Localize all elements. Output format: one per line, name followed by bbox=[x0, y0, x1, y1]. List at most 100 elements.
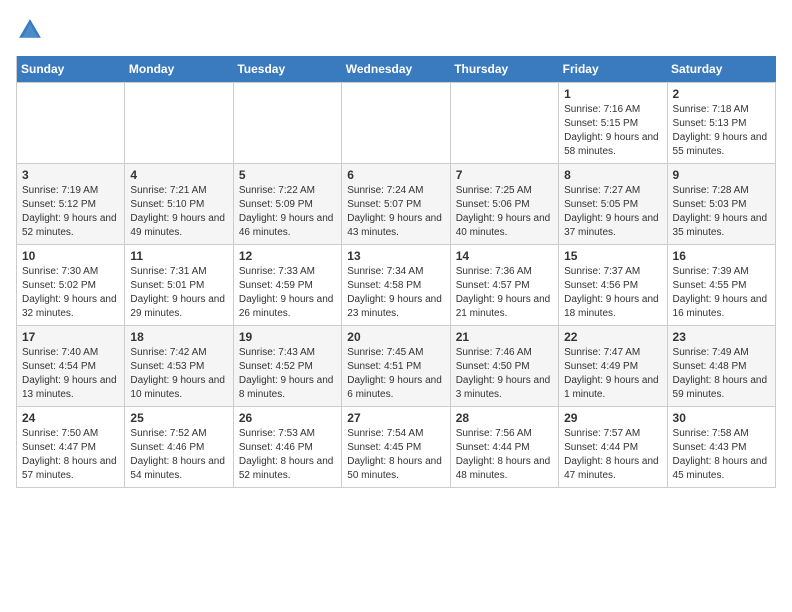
day-number: 25 bbox=[130, 411, 227, 425]
weekday-header-monday: Monday bbox=[125, 56, 233, 83]
calendar-cell: 4Sunrise: 7:21 AM Sunset: 5:10 PM Daylig… bbox=[125, 164, 233, 245]
day-info: Sunrise: 7:27 AM Sunset: 5:05 PM Dayligh… bbox=[564, 184, 661, 240]
day-info: Sunrise: 7:36 AM Sunset: 4:57 PM Dayligh… bbox=[456, 265, 553, 321]
calendar-cell bbox=[233, 83, 341, 164]
calendar-cell: 19 Sunrise: 7:43 AM Sunset: 4:52 PM Dayli… bbox=[233, 326, 341, 407]
calendar-cell: 24 Sunrise: 7:50 AM Sunset: 4:47 PM Dayli… bbox=[17, 407, 125, 488]
day-info: Sunrise: 7:52 AM Sunset: 4:46 PM Dayligh… bbox=[130, 427, 227, 483]
day-info: Sunrise: 7:39 AM Sunset: 4:55 PM Dayligh… bbox=[673, 265, 770, 321]
calendar-cell: 18 Sunrise: 7:42 AM Sunset: 4:53 PM Dayli… bbox=[125, 326, 233, 407]
day-info: Sunrise: 7:24 AM Sunset: 5:07 PM Dayligh… bbox=[347, 184, 444, 240]
day-number: 19 bbox=[239, 330, 336, 344]
day-number: 12 bbox=[239, 249, 336, 263]
calendar-week-2: 10Sunrise: 7:30 AM Sunset: 5:02 PM Dayli… bbox=[17, 245, 776, 326]
day-info: Sunrise: 7:50 AM Sunset: 4:47 PM Dayligh… bbox=[22, 427, 119, 483]
calendar-cell: 30 Sunrise: 7:58 AM Sunset: 4:43 PM Dayli… bbox=[667, 407, 775, 488]
calendar-table: SundayMondayTuesdayWednesdayThursdayFrid… bbox=[16, 56, 776, 488]
day-info: Sunrise: 7:43 AM Sunset: 4:52 PM Dayligh… bbox=[239, 346, 336, 402]
calendar-week-1: 3 Sunrise: 7:19 AM Sunset: 5:12 PM Daylig… bbox=[17, 164, 776, 245]
day-number: 9 bbox=[673, 168, 770, 182]
day-number: 5 bbox=[239, 168, 336, 182]
day-number: 28 bbox=[456, 411, 553, 425]
day-info: Sunrise: 7:18 AM Sunset: 5:13 PM Dayligh… bbox=[673, 103, 770, 159]
calendar-cell: 2 Sunrise: 7:18 AM Sunset: 5:13 PM Daylig… bbox=[667, 83, 775, 164]
calendar-cell bbox=[342, 83, 450, 164]
weekday-header-thursday: Thursday bbox=[450, 56, 558, 83]
calendar-cell: 15 Sunrise: 7:37 AM Sunset: 4:56 PM Dayli… bbox=[559, 245, 667, 326]
calendar-cell: 20Sunrise: 7:45 AM Sunset: 4:51 PM Dayli… bbox=[342, 326, 450, 407]
day-info: Sunrise: 7:16 AM Sunset: 5:15 PM Dayligh… bbox=[564, 103, 661, 159]
calendar-cell: 1 Sunrise: 7:16 AM Sunset: 5:15 PM Daylig… bbox=[559, 83, 667, 164]
day-number: 8 bbox=[564, 168, 661, 182]
day-number: 13 bbox=[347, 249, 444, 263]
calendar-cell: 3 Sunrise: 7:19 AM Sunset: 5:12 PM Daylig… bbox=[17, 164, 125, 245]
day-number: 21 bbox=[456, 330, 553, 344]
calendar-cell: 29Sunrise: 7:57 AM Sunset: 4:44 PM Dayli… bbox=[559, 407, 667, 488]
calendar-cell: 8 Sunrise: 7:27 AM Sunset: 5:05 PM Daylig… bbox=[559, 164, 667, 245]
day-number: 18 bbox=[130, 330, 227, 344]
calendar-cell: 22 Sunrise: 7:47 AM Sunset: 4:49 PM Dayli… bbox=[559, 326, 667, 407]
day-number: 16 bbox=[673, 249, 770, 263]
calendar-cell: 11 Sunrise: 7:31 AM Sunset: 5:01 PM Dayli… bbox=[125, 245, 233, 326]
day-number: 22 bbox=[564, 330, 661, 344]
day-info: Sunrise: 7:34 AM Sunset: 4:58 PM Dayligh… bbox=[347, 265, 444, 321]
calendar-cell: 6 Sunrise: 7:24 AM Sunset: 5:07 PM Daylig… bbox=[342, 164, 450, 245]
page-header bbox=[16, 16, 776, 44]
day-number: 14 bbox=[456, 249, 553, 263]
day-number: 11 bbox=[130, 249, 227, 263]
logo bbox=[16, 16, 48, 44]
day-number: 4 bbox=[130, 168, 227, 182]
header-row: SundayMondayTuesdayWednesdayThursdayFrid… bbox=[17, 56, 776, 83]
day-info: Sunrise: 7:54 AM Sunset: 4:45 PM Dayligh… bbox=[347, 427, 444, 483]
calendar-cell: 28 Sunrise: 7:56 AM Sunset: 4:44 PM Dayli… bbox=[450, 407, 558, 488]
day-number: 15 bbox=[564, 249, 661, 263]
day-info: Sunrise: 7:46 AM Sunset: 4:50 PM Dayligh… bbox=[456, 346, 553, 402]
day-number: 24 bbox=[22, 411, 119, 425]
calendar-cell: 10Sunrise: 7:30 AM Sunset: 5:02 PM Dayli… bbox=[17, 245, 125, 326]
day-number: 2 bbox=[673, 87, 770, 101]
calendar-cell: 23 Sunrise: 7:49 AM Sunset: 4:48 PM Dayli… bbox=[667, 326, 775, 407]
calendar-week-3: 17Sunrise: 7:40 AM Sunset: 4:54 PM Dayli… bbox=[17, 326, 776, 407]
day-number: 17 bbox=[22, 330, 119, 344]
day-info: Sunrise: 7:22 AM Sunset: 5:09 PM Dayligh… bbox=[239, 184, 336, 240]
calendar-cell: 25 Sunrise: 7:52 AM Sunset: 4:46 PM Dayli… bbox=[125, 407, 233, 488]
weekday-header-sunday: Sunday bbox=[17, 56, 125, 83]
day-info: Sunrise: 7:37 AM Sunset: 4:56 PM Dayligh… bbox=[564, 265, 661, 321]
calendar-cell: 13 Sunrise: 7:34 AM Sunset: 4:58 PM Dayli… bbox=[342, 245, 450, 326]
weekday-header-wednesday: Wednesday bbox=[342, 56, 450, 83]
day-info: Sunrise: 7:53 AM Sunset: 4:46 PM Dayligh… bbox=[239, 427, 336, 483]
day-info: Sunrise: 7:56 AM Sunset: 4:44 PM Dayligh… bbox=[456, 427, 553, 483]
day-number: 26 bbox=[239, 411, 336, 425]
calendar-cell: 16 Sunrise: 7:39 AM Sunset: 4:55 PM Dayli… bbox=[667, 245, 775, 326]
calendar-cell: 12Sunrise: 7:33 AM Sunset: 4:59 PM Dayli… bbox=[233, 245, 341, 326]
calendar-cell: 5 Sunrise: 7:22 AM Sunset: 5:09 PM Daylig… bbox=[233, 164, 341, 245]
day-info: Sunrise: 7:42 AM Sunset: 4:53 PM Dayligh… bbox=[130, 346, 227, 402]
day-number: 6 bbox=[347, 168, 444, 182]
day-number: 23 bbox=[673, 330, 770, 344]
day-number: 1 bbox=[564, 87, 661, 101]
day-info: Sunrise: 7:31 AM Sunset: 5:01 PM Dayligh… bbox=[130, 265, 227, 321]
logo-icon bbox=[16, 16, 44, 44]
calendar-cell bbox=[450, 83, 558, 164]
day-info: Sunrise: 7:58 AM Sunset: 4:43 PM Dayligh… bbox=[673, 427, 770, 483]
weekday-header-saturday: Saturday bbox=[667, 56, 775, 83]
day-number: 29 bbox=[564, 411, 661, 425]
calendar-week-0: 1 Sunrise: 7:16 AM Sunset: 5:15 PM Daylig… bbox=[17, 83, 776, 164]
day-info: Sunrise: 7:47 AM Sunset: 4:49 PM Dayligh… bbox=[564, 346, 661, 402]
day-number: 27 bbox=[347, 411, 444, 425]
calendar-week-4: 24 Sunrise: 7:50 AM Sunset: 4:47 PM Dayli… bbox=[17, 407, 776, 488]
calendar-cell: 7Sunrise: 7:25 AM Sunset: 5:06 PM Daylig… bbox=[450, 164, 558, 245]
day-info: Sunrise: 7:19 AM Sunset: 5:12 PM Dayligh… bbox=[22, 184, 119, 240]
day-info: Sunrise: 7:28 AM Sunset: 5:03 PM Dayligh… bbox=[673, 184, 770, 240]
calendar-cell: 17Sunrise: 7:40 AM Sunset: 4:54 PM Dayli… bbox=[17, 326, 125, 407]
day-number: 10 bbox=[22, 249, 119, 263]
calendar-cell: 26 Sunrise: 7:53 AM Sunset: 4:46 PM Dayli… bbox=[233, 407, 341, 488]
day-number: 20 bbox=[347, 330, 444, 344]
calendar-cell bbox=[17, 83, 125, 164]
calendar-cell bbox=[125, 83, 233, 164]
day-info: Sunrise: 7:49 AM Sunset: 4:48 PM Dayligh… bbox=[673, 346, 770, 402]
day-number: 30 bbox=[673, 411, 770, 425]
day-number: 3 bbox=[22, 168, 119, 182]
weekday-header-friday: Friday bbox=[559, 56, 667, 83]
calendar-cell: 9 Sunrise: 7:28 AM Sunset: 5:03 PM Daylig… bbox=[667, 164, 775, 245]
